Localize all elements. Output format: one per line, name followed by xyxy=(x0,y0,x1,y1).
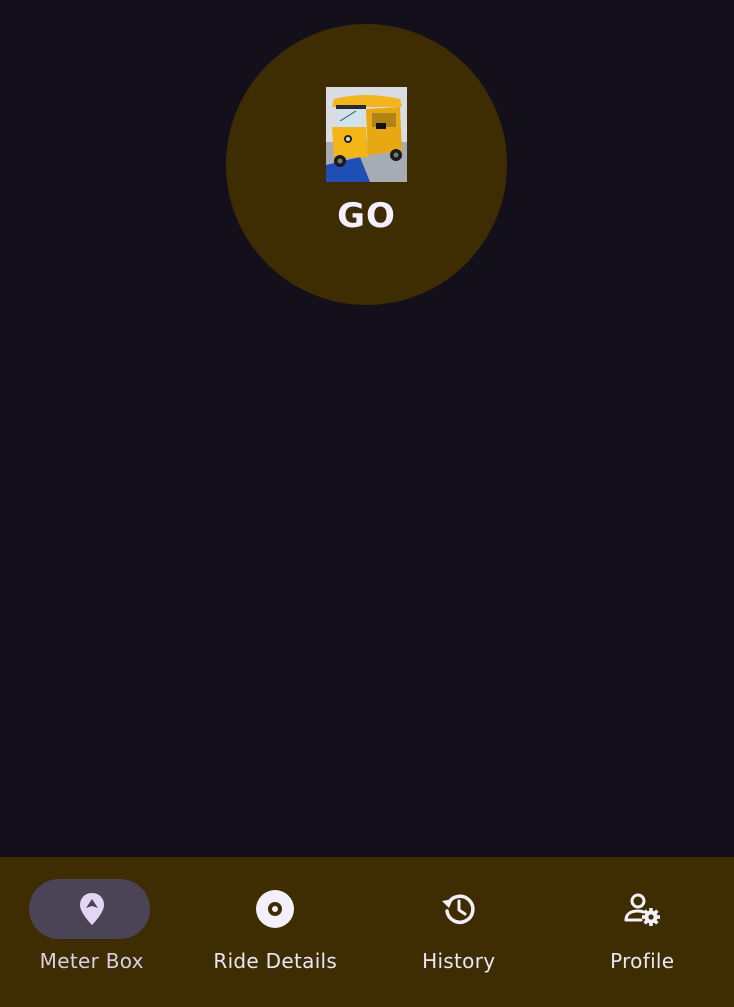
nav-item-ride-details[interactable]: Ride Details xyxy=(184,857,368,1007)
go-label: GO xyxy=(337,196,396,236)
nav-label-ride-details: Ride Details xyxy=(213,949,338,973)
nav-label-history: History xyxy=(422,949,496,973)
nav-item-profile[interactable]: Profile xyxy=(551,857,734,1007)
disc-icon xyxy=(255,889,295,929)
nav-label-profile: Profile xyxy=(610,949,675,973)
nav-item-history[interactable]: History xyxy=(367,857,551,1007)
auto-rickshaw-image xyxy=(326,87,407,182)
app-screen: GO Meter Box Ride Details History Profil… xyxy=(0,0,734,1007)
location-pin-icon xyxy=(72,889,112,929)
go-button[interactable]: GO xyxy=(226,24,507,305)
nav-item-meter-box[interactable]: Meter Box xyxy=(0,857,184,1007)
history-icon xyxy=(439,889,479,929)
person-settings-icon xyxy=(622,889,662,929)
bottom-navigation-bar: Meter Box Ride Details History Profile xyxy=(0,857,734,1007)
nav-label-meter-box: Meter Box xyxy=(39,949,144,973)
